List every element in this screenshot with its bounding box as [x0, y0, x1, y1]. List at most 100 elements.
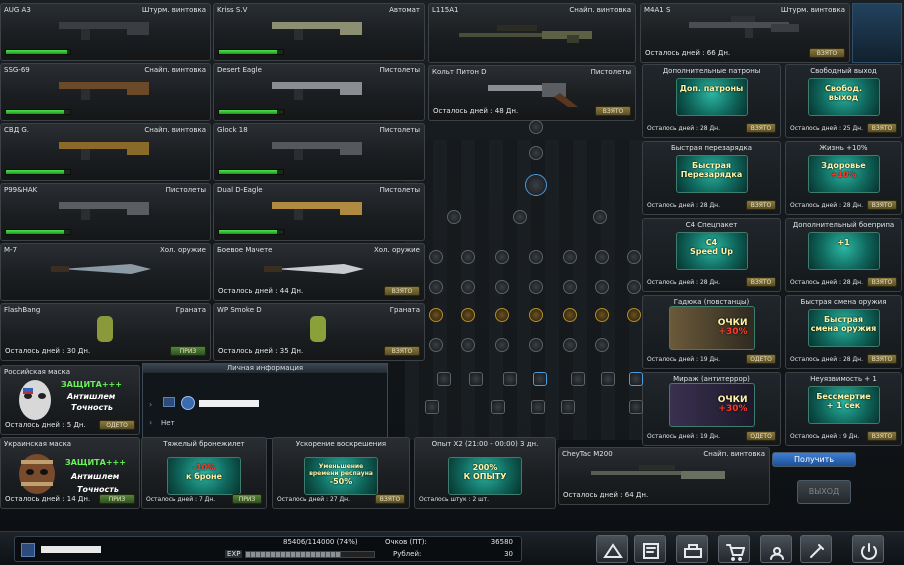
weapon-card[interactable]: Desert Eagle Пистолеты	[213, 63, 425, 121]
skill-node-icon[interactable]	[429, 308, 443, 322]
skill-node-icon[interactable]	[595, 338, 609, 352]
weapon-card[interactable]: AUG A3 Штурм. винтовка	[0, 3, 211, 61]
mask-card-russian[interactable]: Российская маска ЗАЩИТА+++ Антишлем Точн…	[0, 365, 140, 435]
skill-node-icon[interactable]	[563, 280, 577, 294]
skill-node-icon[interactable]	[495, 338, 509, 352]
item-card[interactable]: Жизнь +10% Здоровье +10% Осталось дней : 28…	[785, 141, 902, 215]
weapon-card[interactable]: Боевое Мачете Хол. оружие Осталось дней : …	[213, 243, 425, 301]
equip-button[interactable]: ВЗЯТО	[384, 286, 420, 296]
skill-node-icon[interactable]	[529, 250, 543, 264]
skill-node-icon[interactable]	[437, 372, 451, 386]
skill-node-icon[interactable]	[595, 308, 609, 322]
item-card[interactable]: Быстрая смена оружия Быстрая смена оружия О…	[785, 295, 902, 369]
get-button[interactable]: Получить	[772, 452, 856, 467]
equip-button[interactable]: ВЗЯТО	[867, 431, 897, 441]
skill-node-icon[interactable]	[513, 210, 527, 224]
boost-card[interactable]: Опыт X2 (21:00 - 00:00) 3 дн. 200% К ОПЫТУ…	[414, 437, 556, 509]
skill-node-icon[interactable]	[561, 400, 575, 414]
skill-node-icon[interactable]	[595, 280, 609, 294]
skill-node-icon[interactable]	[495, 280, 509, 294]
skill-node-icon[interactable]	[529, 280, 543, 294]
equip-button[interactable]: ВЗЯТО	[595, 106, 631, 116]
power-button[interactable]	[852, 535, 884, 563]
skill-node-icon[interactable]	[629, 400, 643, 414]
skill-node-icon[interactable]	[571, 372, 585, 386]
equip-button[interactable]: ВЗЯТО	[746, 200, 776, 210]
skill-node-icon[interactable]	[563, 338, 577, 352]
skill-node-icon[interactable]	[429, 250, 443, 264]
boost-card[interactable]: Ускорение воскрешения Уменьшение времени …	[272, 437, 410, 509]
skill-node-icon[interactable]	[447, 210, 461, 224]
inventory-button[interactable]	[596, 535, 628, 563]
skill-node-icon[interactable]	[491, 400, 505, 414]
skill-node-icon[interactable]	[525, 174, 547, 196]
equip-button[interactable]: ОДЕТО	[746, 354, 776, 364]
skill-node-icon[interactable]	[461, 280, 475, 294]
skill-node-icon[interactable]	[629, 372, 643, 386]
weapon-card[interactable]: СВД G. Снайп. винтовка	[0, 123, 211, 181]
edit-button[interactable]	[634, 535, 666, 563]
skill-node-icon[interactable]	[627, 308, 641, 322]
equip-button[interactable]: ВЗЯТО	[809, 48, 845, 58]
weapon-card-cheytac[interactable]: CheyTac M200 Снайп. винтовка Осталось дн…	[558, 447, 770, 505]
equip-button[interactable]: ВЗЯТО	[746, 277, 776, 287]
item-card[interactable]: Дополнительный боеприпа +1 Осталось дней :…	[785, 218, 902, 292]
community-button[interactable]	[760, 535, 792, 563]
skill-node-icon[interactable]	[461, 338, 475, 352]
weapon-card[interactable]: P99&HAK Пистолеты	[0, 183, 211, 241]
skill-node-icon[interactable]	[531, 400, 545, 414]
equip-button[interactable]: ОДЕТО	[99, 420, 135, 430]
weapon-card[interactable]: WP Smoke D Граната Осталось дней : 35 Дн. В…	[213, 303, 425, 361]
equip-button[interactable]: ПРИЗ	[232, 494, 262, 504]
item-card[interactable]: Неуязвимость + 1 Бессмертие + 1 сек Осталос…	[785, 372, 902, 446]
equip-button[interactable]: ВЗЯТО	[867, 277, 897, 287]
skill-node-icon[interactable]	[595, 250, 609, 264]
skill-node-icon[interactable]	[563, 308, 577, 322]
weapon-card[interactable]: M-7 Хол. оружие	[0, 243, 211, 301]
skill-node-icon[interactable]	[563, 250, 577, 264]
settings-button[interactable]	[800, 535, 832, 563]
equip-button[interactable]: ВЗЯТО	[384, 346, 420, 356]
skill-node-icon[interactable]	[495, 308, 509, 322]
skill-node-icon[interactable]	[461, 308, 475, 322]
skill-node-icon[interactable]	[495, 250, 509, 264]
skill-node-icon[interactable]	[429, 338, 443, 352]
equip-button[interactable]: ПРИЗ	[170, 346, 206, 356]
equip-button[interactable]: ВЗЯТО	[867, 200, 897, 210]
shop-button[interactable]	[676, 535, 708, 563]
skill-node-icon[interactable]	[529, 146, 543, 160]
item-card[interactable]: Дополнительные патроны Доп. патроны Остало…	[642, 64, 781, 138]
skill-node-icon[interactable]	[529, 308, 543, 322]
item-card[interactable]: Гадюка (повстанцы) ОЧКИ +30% Осталось дней …	[642, 295, 781, 369]
item-card[interactable]: Быстрая перезарядка Быстрая Перезарядка Ост…	[642, 141, 781, 215]
equip-button[interactable]: ПРИЗ	[99, 494, 135, 504]
skill-node-icon[interactable]	[601, 372, 615, 386]
weapon-card-l115a1[interactable]: L115A1 Снайп. винтовка	[428, 3, 636, 63]
equip-button[interactable]: ВЗЯТО	[375, 494, 405, 504]
exit-button[interactable]: ВЫХОД	[797, 480, 851, 504]
weapon-card[interactable]: Dual D-Eagle Пистолеты	[213, 183, 425, 241]
boost-card[interactable]: Тяжелый бронежилет -10% к броне Осталось дн…	[141, 437, 267, 509]
skill-node-icon[interactable]	[529, 120, 543, 134]
equip-button[interactable]: ОДЕТО	[746, 431, 776, 441]
weapon-card[interactable]: SSG-69 Снайп. винтовка	[0, 63, 211, 121]
skill-node-icon[interactable]	[425, 400, 439, 414]
item-card[interactable]: Мираж (антитеррор) ОЧКИ +30% Осталось дней …	[642, 372, 781, 446]
skill-node-icon[interactable]	[593, 210, 607, 224]
item-card[interactable]: C4 Спецпакет C4 Speed Up Осталось дней : 28…	[642, 218, 781, 292]
skill-node-icon[interactable]	[627, 250, 641, 264]
skill-node-icon[interactable]	[533, 372, 547, 386]
skill-node-icon[interactable]	[529, 338, 543, 352]
weapon-card-colt-python[interactable]: Кольт Питон D Пистолеты Осталось дней : …	[428, 65, 636, 121]
skill-node-icon[interactable]	[429, 280, 443, 294]
weapon-card[interactable]: Glock 18 Пистолеты	[213, 123, 425, 181]
weapon-card-m4a1[interactable]: M4A1 S Штурм. винтовка Осталось дней : 6…	[640, 3, 850, 63]
item-card[interactable]: Свободный выход Свобод. выход Осталось дней…	[785, 64, 902, 138]
equip-button[interactable]: ВЗЯТО	[867, 123, 897, 133]
skill-node-icon[interactable]	[627, 280, 641, 294]
weapon-card[interactable]: FlashBang Граната Осталось дней : 30 Дн. ПР…	[0, 303, 211, 361]
cart-button[interactable]	[718, 535, 750, 563]
mask-card-ukrainian[interactable]: Украинская маска ЗАЩИТА+++ Антишлем Точн…	[0, 437, 140, 509]
weapon-card[interactable]: Kriss S.V Автомат	[213, 3, 425, 61]
skill-node-icon[interactable]	[461, 250, 475, 264]
